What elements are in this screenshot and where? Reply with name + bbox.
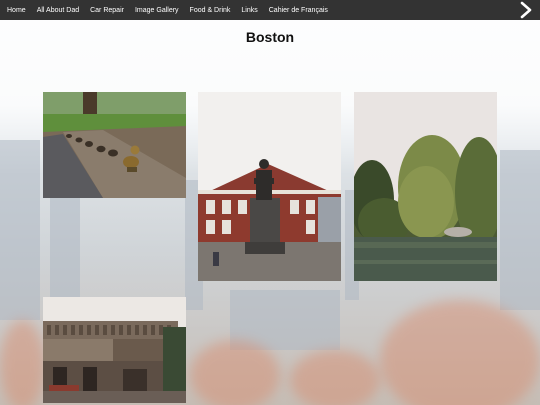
nav-link-home[interactable]: Home: [7, 7, 26, 14]
nav-link-food-drink[interactable]: Food & Drink: [190, 7, 231, 14]
page-title: Boston: [245, 29, 295, 45]
photo-faneuil-hall[interactable]: [198, 92, 341, 281]
photo-public-garden-pond[interactable]: [354, 92, 497, 281]
nav-link-cahier-de-francais[interactable]: Cahier de Français: [269, 7, 328, 14]
nav-link-links[interactable]: Links: [241, 7, 257, 14]
photo-ducklings-statue[interactable]: [43, 92, 186, 198]
top-nav-bar: Home All About Dad Car Repair Image Gall…: [0, 0, 540, 20]
chevron-right-icon[interactable]: [518, 1, 534, 19]
nav-link-image-gallery[interactable]: Image Gallery: [135, 7, 179, 14]
photo-boston-city-hall[interactable]: [43, 297, 186, 403]
nav-link-car-repair[interactable]: Car Repair: [90, 7, 124, 14]
nav-link-all-about-dad[interactable]: All About Dad: [37, 7, 79, 14]
